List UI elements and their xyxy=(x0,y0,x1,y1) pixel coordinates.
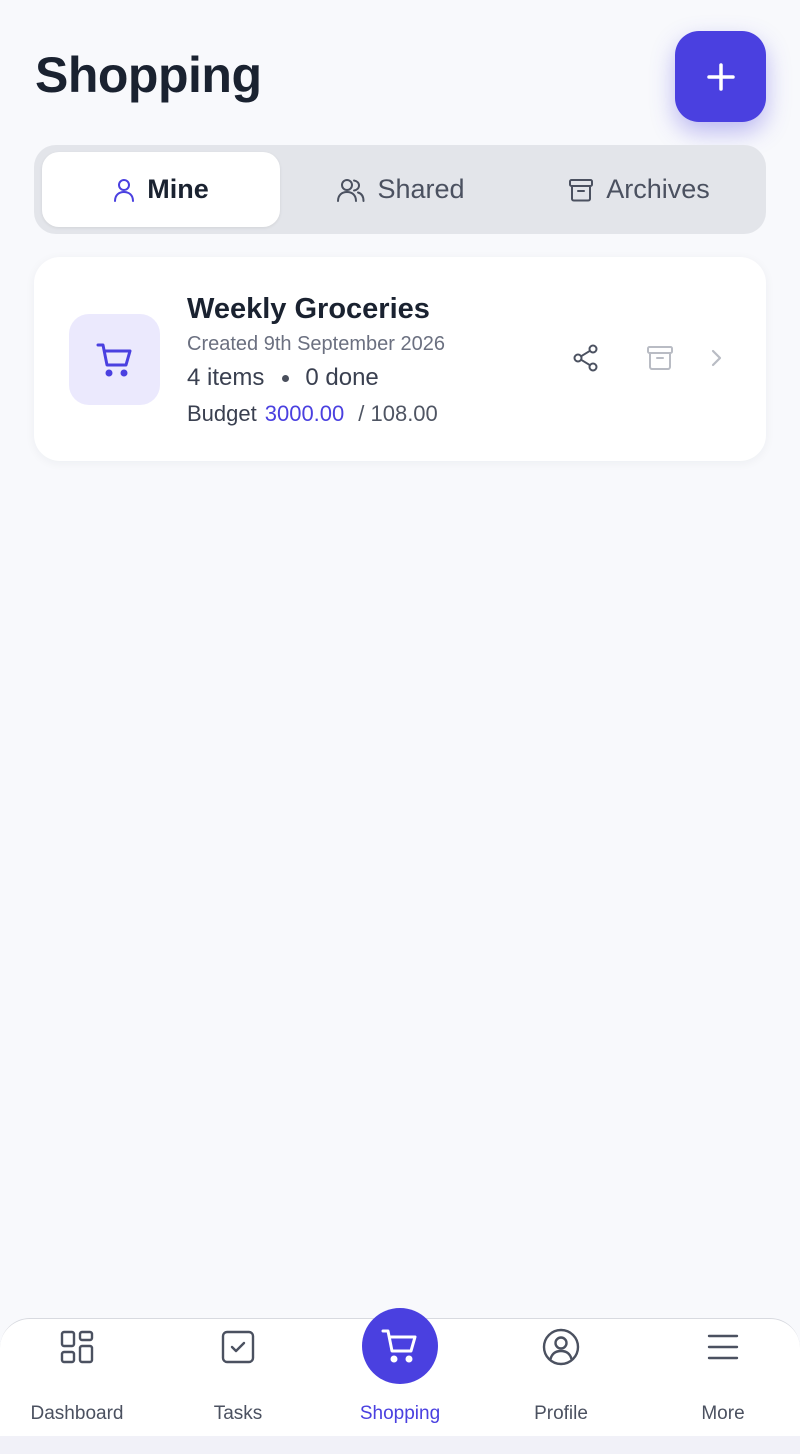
tab-shared[interactable]: Shared xyxy=(282,152,520,227)
budget-label: Budget xyxy=(187,401,257,426)
nav-shopping-fab[interactable] xyxy=(362,1308,438,1384)
tab-mine[interactable]: Mine xyxy=(42,152,280,227)
nav-more-label: More xyxy=(701,1403,745,1424)
list-title: Weekly Groceries xyxy=(187,293,430,325)
tab-archives[interactable]: Archives xyxy=(520,152,758,227)
share-icon xyxy=(573,344,598,372)
grid-icon xyxy=(60,1330,94,1364)
user-icon xyxy=(114,178,135,202)
nav-more[interactable]: More xyxy=(643,1319,800,1437)
cart-icon xyxy=(96,343,131,376)
user-circle-icon xyxy=(542,1328,580,1366)
archive-icon xyxy=(569,178,594,201)
nav-dashboard[interactable]: Dashboard xyxy=(0,1319,157,1437)
cart-icon xyxy=(381,1329,417,1363)
list-icon-tile xyxy=(69,314,160,405)
nav-tasks-label: Tasks xyxy=(213,1403,263,1424)
nav-shopping-label: Shopping xyxy=(359,1403,441,1424)
list-budget: Budget 3000.00 / 108.00 xyxy=(187,401,438,427)
nav-profile[interactable]: Profile xyxy=(481,1319,641,1437)
nav-tasks[interactable]: Tasks xyxy=(158,1319,318,1437)
archive-icon xyxy=(647,346,673,370)
open-list-button[interactable] xyxy=(701,343,731,373)
page-title: Shopping xyxy=(35,47,262,103)
nav-dashboard-label: Dashboard xyxy=(30,1403,124,1424)
checkbox-icon xyxy=(221,1330,255,1364)
spent-amount: / 108.00 xyxy=(358,401,438,426)
list-created-date: Created 9th September 2026 xyxy=(187,333,445,355)
shopping-list-card[interactable]: Weekly Groceries Created 9th September 2… xyxy=(34,257,766,461)
menu-icon xyxy=(707,1334,739,1360)
done-count: 0 done xyxy=(305,364,379,391)
share-button[interactable] xyxy=(571,343,601,373)
archive-button[interactable] xyxy=(645,343,675,373)
shopping-page: Shopping Mine Shared Archives Weekly Gro… xyxy=(0,0,800,1454)
separator-dot xyxy=(282,374,290,382)
users-icon xyxy=(337,178,365,202)
add-list-button[interactable] xyxy=(675,31,766,122)
tab-mine-label: Mine xyxy=(147,174,209,204)
list-filter-tabs: Mine Shared Archives xyxy=(34,145,766,234)
budget-amount: 3000.00 xyxy=(264,401,345,426)
list-item-count: 4 items 0 done xyxy=(187,364,379,392)
items-count: 4 items xyxy=(187,364,265,391)
chevron-right-icon xyxy=(711,349,722,367)
tab-shared-label: Shared xyxy=(377,174,465,204)
tab-archives-label: Archives xyxy=(606,174,710,204)
nav-profile-label: Profile xyxy=(534,1403,588,1424)
footer-strip xyxy=(0,1436,800,1454)
plus-icon xyxy=(706,62,735,91)
